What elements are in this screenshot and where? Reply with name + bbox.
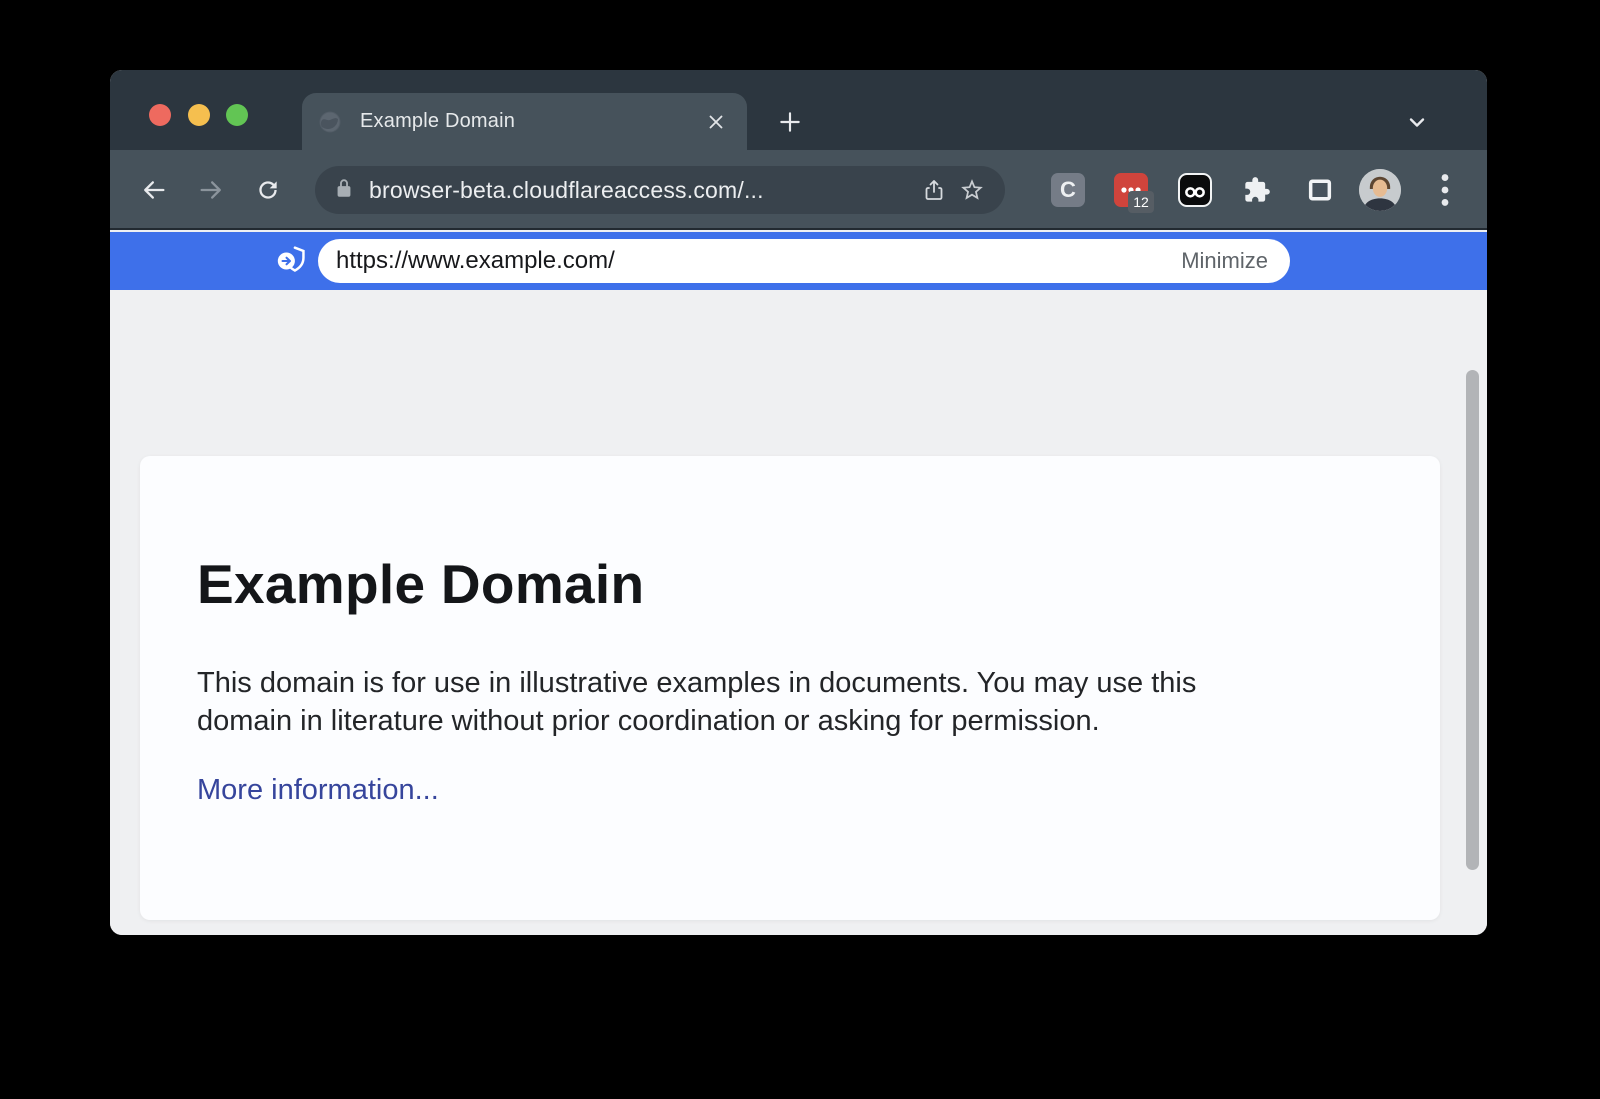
toolbar: browser-beta.cloudflareaccess.com/... C bbox=[110, 150, 1487, 230]
window-close-button[interactable] bbox=[149, 104, 171, 126]
lock-icon[interactable] bbox=[333, 177, 355, 204]
page-viewport: Example Domain This domain is for use in… bbox=[110, 290, 1487, 935]
example-domain-card: Example Domain This domain is for use in… bbox=[140, 456, 1440, 920]
extension-badge: 12 bbox=[1128, 191, 1154, 213]
screenshot-canvas: Example Domain bbox=[0, 0, 1600, 1099]
address-bar-url: browser-beta.cloudflareaccess.com/... bbox=[369, 177, 915, 204]
bookmark-star-icon[interactable] bbox=[953, 171, 991, 209]
two-circles-extension-icon[interactable] bbox=[1178, 173, 1212, 207]
tab-title: Example Domain bbox=[360, 110, 701, 133]
extensions-puzzle-icon[interactable] bbox=[1240, 173, 1274, 207]
address-bar[interactable]: browser-beta.cloudflareaccess.com/... bbox=[315, 166, 1005, 214]
isolation-bar: https://www.example.com/ Minimize bbox=[110, 232, 1487, 290]
tab-search-chevron-icon[interactable] bbox=[1399, 104, 1435, 140]
isolation-url-input[interactable]: https://www.example.com/ bbox=[336, 247, 1181, 275]
more-information-link[interactable]: More information... bbox=[197, 774, 439, 807]
forward-icon[interactable] bbox=[189, 168, 233, 212]
share-icon[interactable] bbox=[915, 171, 953, 209]
window-minimize-button[interactable] bbox=[188, 104, 210, 126]
side-panel-icon[interactable] bbox=[1303, 173, 1337, 207]
tab-close-icon[interactable] bbox=[701, 107, 731, 137]
page-title: Example Domain bbox=[197, 552, 644, 616]
profile-avatar[interactable] bbox=[1359, 169, 1401, 211]
scrollbar-thumb[interactable] bbox=[1466, 370, 1479, 870]
isolation-shield-icon bbox=[274, 242, 312, 280]
browser-menu-icon[interactable] bbox=[1431, 172, 1459, 208]
tab-example-domain[interactable]: Example Domain bbox=[302, 93, 747, 150]
password-manager-extension-icon[interactable]: 12 bbox=[1114, 173, 1148, 207]
globe-favicon-icon bbox=[318, 110, 342, 134]
browser-window: Example Domain bbox=[110, 70, 1487, 935]
isolation-url-pill: https://www.example.com/ Minimize bbox=[318, 239, 1290, 283]
extension-c-label: C bbox=[1060, 177, 1076, 203]
page-body-text: This domain is for use in illustrative e… bbox=[197, 664, 1196, 740]
body-line-1: This domain is for use in illustrative e… bbox=[197, 664, 1196, 702]
window-zoom-button[interactable] bbox=[226, 104, 248, 126]
minimize-button[interactable]: Minimize bbox=[1181, 248, 1268, 274]
reload-icon[interactable] bbox=[246, 168, 290, 212]
new-tab-icon[interactable] bbox=[772, 104, 808, 140]
body-line-2: domain in literature without prior coord… bbox=[197, 702, 1196, 740]
back-icon[interactable] bbox=[132, 168, 176, 212]
extension-c-icon[interactable]: C bbox=[1051, 173, 1085, 207]
tab-strip: Example Domain bbox=[110, 70, 1487, 150]
